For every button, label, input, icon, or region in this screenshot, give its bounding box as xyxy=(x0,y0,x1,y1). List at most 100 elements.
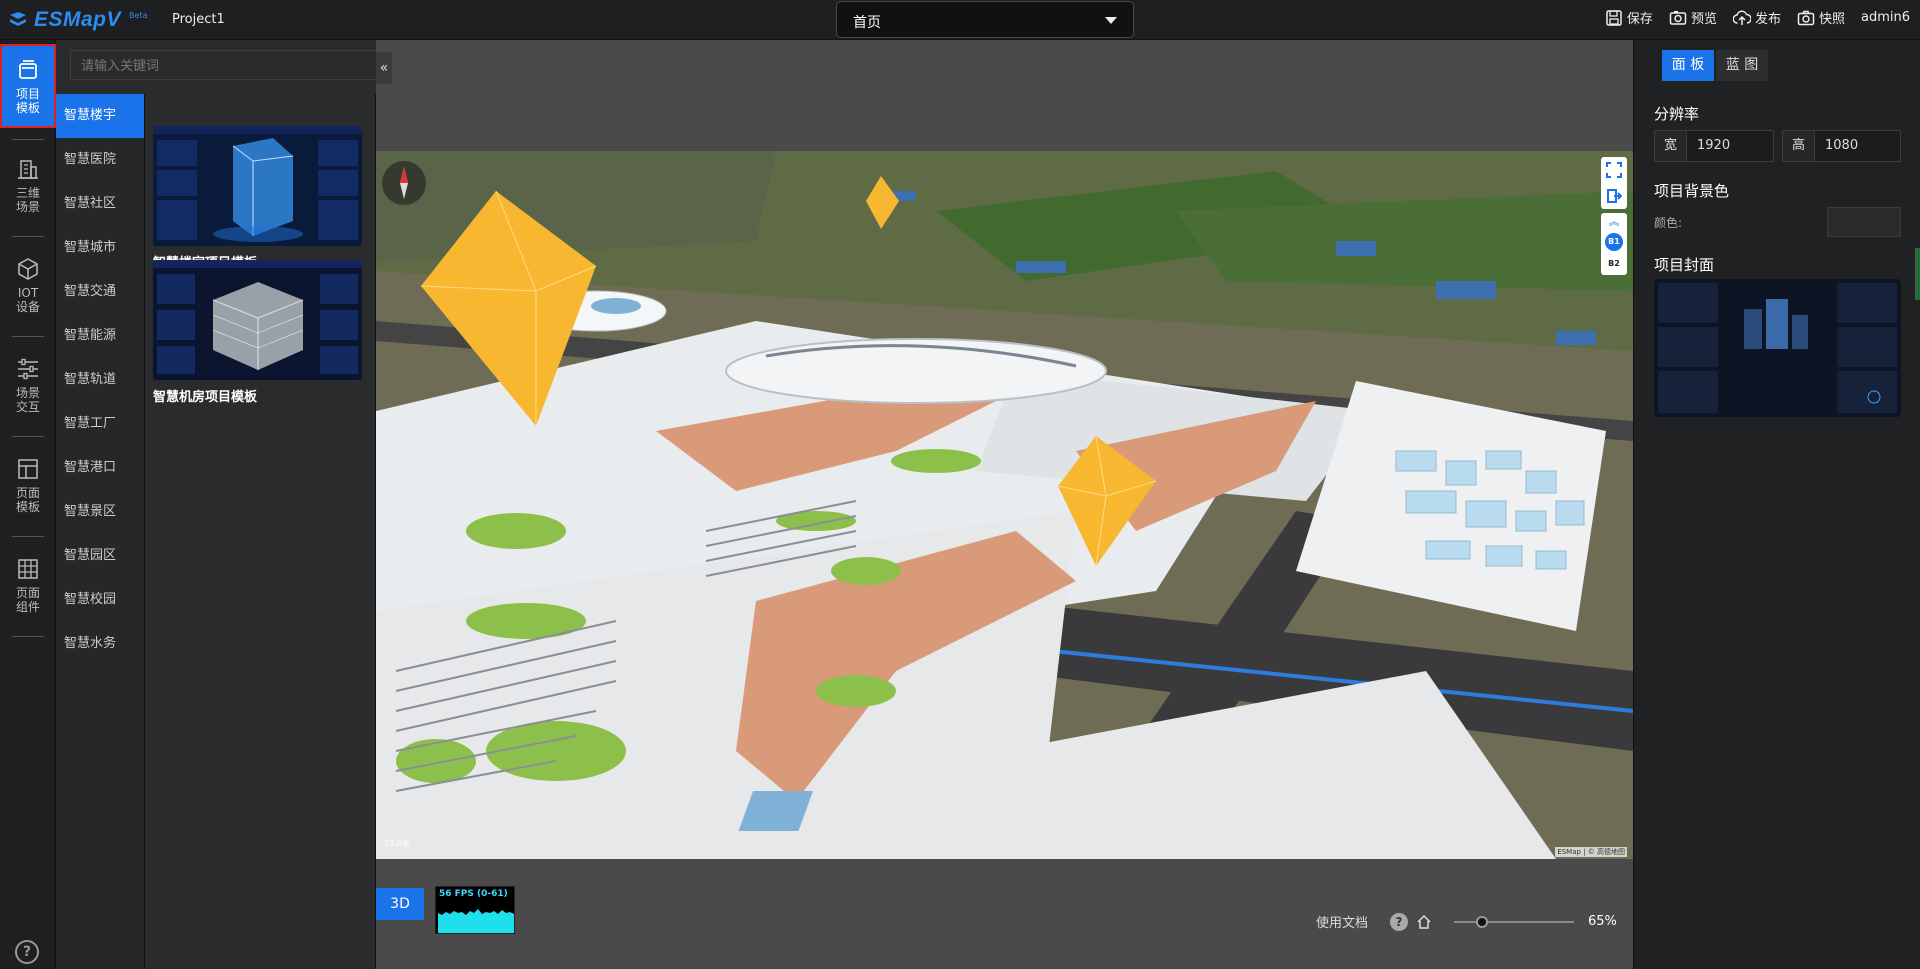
height-label: 高 xyxy=(1783,131,1815,161)
category-item-smart-hospital[interactable]: 智慧医院 xyxy=(56,138,144,182)
save-button[interactable]: 保存 xyxy=(1605,8,1653,27)
preview-label: 预览 xyxy=(1690,12,1717,27)
template-icon xyxy=(19,60,37,79)
width-label: 宽 xyxy=(1655,131,1687,161)
divider xyxy=(12,436,44,437)
divider xyxy=(12,336,44,337)
logo-icon xyxy=(10,12,26,26)
search-bar xyxy=(56,40,412,94)
category-item-smart-traffic[interactable]: 智慧交通 xyxy=(56,270,144,314)
save-label: 保存 xyxy=(1626,12,1653,27)
chevron-up-icon[interactable]: ︽ xyxy=(1601,213,1627,231)
preview-icon xyxy=(1669,10,1687,25)
properties-panel: 面 板 蓝 图 分辨率 宽 1920 高 1080 项目背景色 颜色: 项目封面 xyxy=(1633,40,1920,969)
category-item-smart-rail[interactable]: 智慧轨道 xyxy=(56,358,144,402)
color-label: 颜色: xyxy=(1654,216,1683,230)
rail-item-scene-interaction[interactable]: 场景 交互 xyxy=(0,344,56,426)
user-name[interactable]: admin6 xyxy=(1861,10,1910,25)
map-scene xyxy=(376,151,1633,859)
map-attribution: ESMap | © 高德地图 xyxy=(1555,847,1627,857)
collapse-panel-button[interactable]: « xyxy=(376,52,392,84)
divider xyxy=(12,139,44,140)
width-value[interactable]: 1920 xyxy=(1687,131,1773,161)
category-item-smart-building[interactable]: 智慧楼宇 xyxy=(56,94,144,138)
panel-edge-handle[interactable] xyxy=(1915,248,1920,300)
rail-item-project-template[interactable]: 项目 模板 xyxy=(0,44,56,128)
publish-button[interactable]: 发布 xyxy=(1732,8,1781,27)
project-name[interactable]: Project1 xyxy=(172,12,225,27)
exit-icon[interactable] xyxy=(1601,183,1627,209)
preview-button[interactable]: 预览 xyxy=(1669,8,1717,27)
height-field[interactable]: 高 1080 xyxy=(1782,130,1901,162)
floor-controls: ︽ B1 B2 xyxy=(1601,213,1627,275)
zoom-value: 65% xyxy=(1588,914,1617,929)
fullscreen-icon[interactable] xyxy=(1601,157,1627,183)
help-icon[interactable]: ? xyxy=(1390,912,1409,931)
header-actions: 保存 预览 发布 快照 admin6 xyxy=(1605,8,1910,27)
rail-label: IOT 设备 xyxy=(15,286,40,314)
template-card[interactable]: 智慧楼宇项目模板 xyxy=(153,126,362,271)
rail-item-page-component[interactable]: 页面 组件 xyxy=(0,544,56,626)
category-item-smart-energy[interactable]: 智慧能源 xyxy=(56,314,144,358)
docs-link[interactable]: 使用文档 xyxy=(1316,912,1368,931)
cube-icon xyxy=(18,258,38,280)
fps-meter: 56 FPS (0-61) xyxy=(435,886,515,934)
floor-b2[interactable]: B2 xyxy=(1601,253,1627,275)
zoom-knob[interactable] xyxy=(1475,915,1488,928)
layout-icon xyxy=(18,459,38,479)
color-picker[interactable] xyxy=(1827,207,1901,237)
divider xyxy=(12,536,44,537)
zoom-slider[interactable] xyxy=(1454,915,1575,928)
scale-bar: 23.0米 xyxy=(384,839,410,848)
rail-label: 三维 场景 xyxy=(15,186,40,214)
rail-item-iot-device[interactable]: IOT 设备 xyxy=(0,244,56,326)
cover-image[interactable] xyxy=(1654,279,1901,417)
template-list: 智慧楼宇项目模板 智慧机房项目模板 xyxy=(145,94,376,969)
category-item-smart-community[interactable]: 智慧社区 xyxy=(56,182,144,226)
camera-icon xyxy=(1797,10,1815,25)
category-item-smart-city[interactable]: 智慧城市 xyxy=(56,226,144,270)
search-input[interactable] xyxy=(70,50,382,80)
template-card[interactable]: 智慧机房项目模板 xyxy=(153,260,362,405)
zoom-track xyxy=(1454,920,1575,923)
mode-3d-button[interactable]: 3D xyxy=(376,888,424,920)
tab-panel[interactable]: 面 板 xyxy=(1662,50,1714,81)
divider xyxy=(12,236,44,237)
page-select[interactable]: 首页 xyxy=(836,1,1134,38)
publish-icon xyxy=(1732,10,1751,25)
double-chevron-left-icon: « xyxy=(379,60,389,76)
top-bar: ESMapV Beta Project1 首页 保存 预览 发布 快照 admi… xyxy=(0,0,1920,40)
grid-icon xyxy=(18,559,38,579)
left-rail: 项目 模板 三维 场景 IOT 设备 场景 交互 页面 模板 页面 组件 ? xyxy=(0,40,56,969)
rail-label: 页面 模板 xyxy=(15,486,40,514)
divider xyxy=(12,636,44,637)
width-field[interactable]: 宽 1920 xyxy=(1654,130,1774,162)
page-select-value: 首页 xyxy=(853,15,881,31)
fps-graph xyxy=(438,909,514,933)
floor-b1[interactable]: B1 xyxy=(1601,231,1627,253)
category-item-smart-factory[interactable]: 智慧工厂 xyxy=(56,402,144,446)
template-name: 智慧机房项目模板 xyxy=(153,390,258,405)
view-controls xyxy=(1601,157,1627,209)
publish-label: 发布 xyxy=(1754,12,1781,27)
rail-label: 项目 模板 xyxy=(15,87,40,115)
rail-item-page-template[interactable]: 页面 模板 xyxy=(0,444,56,526)
snapshot-button[interactable]: 快照 xyxy=(1797,8,1845,27)
template-thumbnail xyxy=(153,126,362,246)
map-viewport[interactable]: ︽ B1 B2 23.0米 ESMap | © 高德地图 xyxy=(376,151,1633,859)
compass-icon[interactable] xyxy=(382,161,426,205)
category-item-smart-campus[interactable]: 智慧校园 xyxy=(56,578,144,622)
help-icon[interactable]: ? xyxy=(15,940,39,964)
category-item-smart-port[interactable]: 智慧港口 xyxy=(56,446,144,490)
template-thumbnail xyxy=(153,260,362,380)
building-icon xyxy=(18,160,38,179)
category-item-smart-water[interactable]: 智慧水务 xyxy=(56,622,144,666)
category-item-smart-park[interactable]: 智慧园区 xyxy=(56,534,144,578)
tab-blueprint[interactable]: 蓝 图 xyxy=(1716,50,1768,81)
snapshot-label: 快照 xyxy=(1818,12,1845,27)
rail-item-3d-scene[interactable]: 三维 场景 xyxy=(0,144,56,226)
rail-label: 页面 组件 xyxy=(15,586,40,614)
home-icon[interactable] xyxy=(1416,914,1432,930)
category-item-smart-scenic[interactable]: 智慧景区 xyxy=(56,490,144,534)
height-value[interactable]: 1080 xyxy=(1815,131,1900,161)
